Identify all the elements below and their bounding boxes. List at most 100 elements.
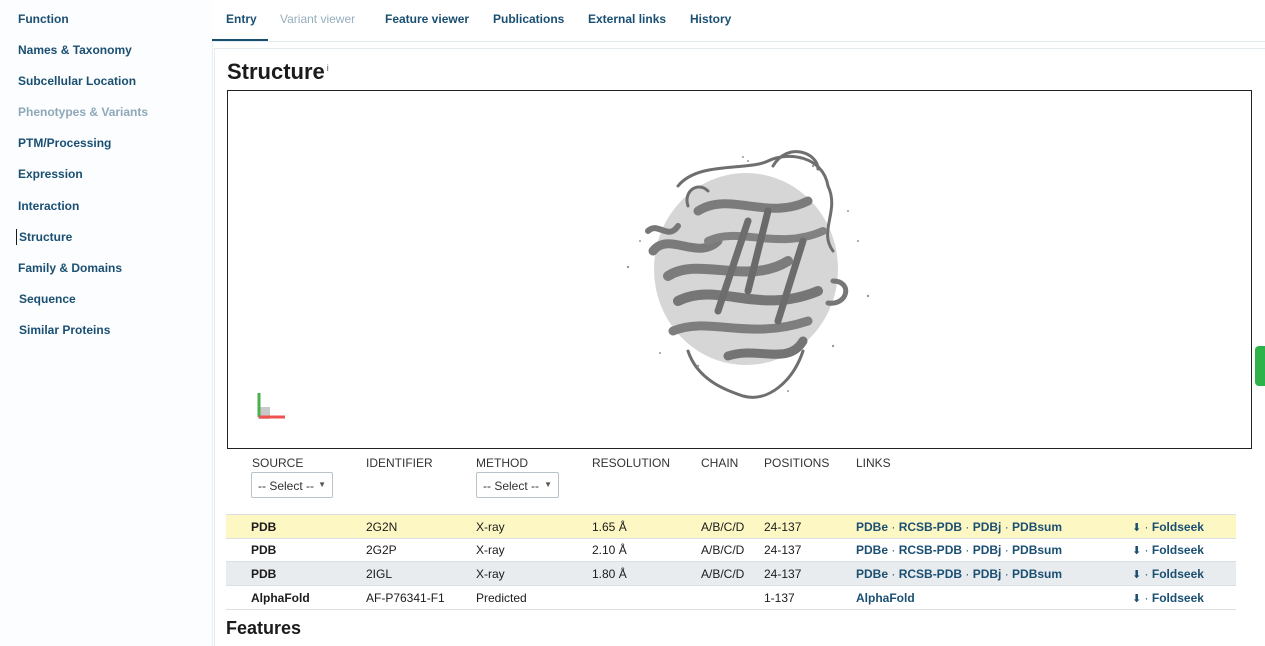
protein-structure-render: [257, 150, 870, 419]
table-row[interactable]: PDB 2G2P X-ray 2.10 Å A/B/C/D 24-137 PDB…: [226, 538, 1236, 562]
cell-foldseek: ⬇ · Foldseek: [1132, 591, 1204, 605]
cell-method: X-ray: [476, 543, 505, 557]
cell-links: PDBe · RCSB-PDB · PDBj · PDBsum: [856, 520, 1062, 534]
cell-links: PDBe · RCSB-PDB · PDBj · PDBsum: [856, 543, 1062, 557]
cell-positions: 1-137: [764, 591, 795, 605]
cell-method: X-ray: [476, 567, 505, 581]
link-foldseek[interactable]: Foldseek: [1152, 520, 1204, 534]
download-icon[interactable]: ⬇: [1132, 545, 1141, 557]
link-rcsb-pdb[interactable]: RCSB-PDB: [899, 520, 962, 534]
link-pdbsum[interactable]: PDBsum: [1012, 520, 1062, 534]
sidebar-item-structure[interactable]: Structure: [15, 229, 72, 245]
cell-resolution: 1.65 Å: [592, 520, 627, 534]
link-rcsb-pdb[interactable]: RCSB-PDB: [899, 567, 962, 581]
link-alphafold[interactable]: AlphaFold: [856, 591, 915, 605]
cell-identifier: 2G2P: [366, 543, 397, 557]
section-title-text: Structure: [227, 59, 325, 84]
cell-identifier: AF-P76341-F1: [366, 591, 445, 605]
page: Function Names & Taxonomy Subcellular Lo…: [0, 0, 1265, 646]
method-filter-value: -- Select --: [483, 479, 540, 493]
sidebar-item-subcellular-location[interactable]: Subcellular Location: [18, 74, 136, 88]
sidebar-item-sequence[interactable]: Sequence: [19, 292, 76, 306]
cell-foldseek: ⬇ · Foldseek: [1132, 567, 1204, 581]
sidebar-item-phenotypes-variants: Phenotypes & Variants: [18, 105, 149, 119]
table-row[interactable]: PDB 2G2N X-ray 1.65 Å A/B/C/D 24-137 PDB…: [226, 514, 1236, 539]
link-rcsb-pdb[interactable]: RCSB-PDB: [899, 543, 962, 557]
cell-source: PDB: [251, 543, 277, 557]
cell-foldseek: ⬇ · Foldseek: [1132, 543, 1204, 557]
link-pdbsum[interactable]: PDBsum: [1012, 543, 1062, 557]
sidebar-item-family-domains[interactable]: Family & Domains: [18, 261, 122, 275]
table-row[interactable]: PDB 2IGL X-ray 1.80 Å A/B/C/D 24-137 PDB…: [226, 562, 1236, 586]
separator: ·: [962, 543, 973, 557]
separator: ·: [962, 520, 973, 534]
col-positions: POSITIONS: [764, 456, 830, 470]
cell-positions: 24-137: [764, 543, 802, 557]
col-resolution: RESOLUTION: [592, 456, 671, 470]
cell-links: AlphaFold: [856, 591, 915, 605]
link-foldseek[interactable]: Foldseek: [1152, 591, 1204, 605]
method-filter-select[interactable]: -- Select -- ▼: [476, 472, 559, 498]
separator: ·: [888, 567, 899, 581]
sidebar-item-expression[interactable]: Expression: [18, 167, 83, 181]
col-links: LINKS: [856, 456, 891, 470]
separator: ·: [888, 543, 899, 557]
tab-history[interactable]: History: [690, 12, 731, 26]
link-pdbe[interactable]: PDBe: [856, 567, 888, 581]
link-pdbe[interactable]: PDBe: [856, 520, 888, 534]
cell-method: Predicted: [476, 591, 527, 605]
active-tab-indicator: [212, 39, 268, 41]
tab-external-links[interactable]: External links: [588, 12, 666, 26]
tab-publications[interactable]: Publications: [493, 12, 564, 26]
download-icon[interactable]: ⬇: [1132, 569, 1141, 581]
info-icon[interactable]: i: [327, 63, 329, 73]
separator: ·: [1001, 543, 1013, 557]
separator: ·: [1001, 520, 1013, 534]
link-pdbj[interactable]: PDBj: [973, 543, 1002, 557]
col-source: SOURCE: [252, 456, 304, 470]
tab-feature-viewer[interactable]: Feature viewer: [385, 12, 469, 26]
axes-indicator-icon: [257, 393, 285, 419]
link-pdbe[interactable]: PDBe: [856, 543, 888, 557]
source-filter-value: -- Select --: [258, 479, 315, 493]
link-pdbsum[interactable]: PDBsum: [1012, 567, 1062, 581]
link-foldseek[interactable]: Foldseek: [1152, 543, 1204, 557]
cell-chain: A/B/C/D: [701, 520, 745, 534]
sidebar-nav: Function Names & Taxonomy Subcellular Lo…: [0, 0, 213, 646]
sidebar-item-function[interactable]: Function: [18, 12, 69, 26]
separator: ·: [962, 567, 973, 581]
entry-tabs: Entry Variant viewer Feature viewer Publ…: [212, 0, 1265, 42]
sidebar-item-similar-proteins[interactable]: Similar Proteins: [19, 323, 110, 337]
cell-identifier: 2IGL: [366, 567, 393, 581]
table-row[interactable]: AlphaFold AF-P76341-F1 Predicted 1-137 A…: [226, 586, 1236, 610]
cell-source: PDB: [251, 567, 277, 581]
download-icon[interactable]: ⬇: [1132, 593, 1141, 605]
separator: ·: [1141, 567, 1152, 581]
sidebar-item-ptm-processing[interactable]: PTM/Processing: [18, 136, 111, 150]
link-pdbj[interactable]: PDBj: [973, 520, 1002, 534]
protein-model: [645, 150, 849, 399]
col-method: METHOD: [476, 456, 528, 470]
link-pdbj[interactable]: PDBj: [973, 567, 1002, 581]
cell-foldseek: ⬇ · Foldseek: [1132, 520, 1204, 534]
separator: ·: [1141, 543, 1152, 557]
link-foldseek[interactable]: Foldseek: [1152, 567, 1204, 581]
section-title: Structure i: [227, 59, 329, 85]
feedback-tab-handle[interactable]: [1255, 346, 1265, 386]
cell-chain: A/B/C/D: [701, 567, 745, 581]
download-icon[interactable]: ⬇: [1132, 522, 1141, 534]
cell-positions: 24-137: [764, 567, 802, 581]
structure-3d-viewer[interactable]: [227, 90, 1252, 449]
features-heading: Features: [226, 618, 302, 638]
source-filter-select[interactable]: -- Select -- ▼: [251, 472, 333, 498]
cell-source: AlphaFold: [251, 591, 310, 605]
col-identifier: IDENTIFIER: [366, 456, 433, 470]
tab-variant-viewer: Variant viewer: [280, 12, 356, 26]
cell-method: X-ray: [476, 520, 505, 534]
separator: ·: [1141, 591, 1152, 605]
sidebar-item-names-taxonomy[interactable]: Names & Taxonomy: [18, 43, 132, 57]
tab-entry[interactable]: Entry: [226, 12, 257, 26]
col-chain: CHAIN: [701, 456, 739, 470]
sidebar-item-interaction[interactable]: Interaction: [18, 199, 79, 213]
separator: ·: [1141, 520, 1152, 534]
